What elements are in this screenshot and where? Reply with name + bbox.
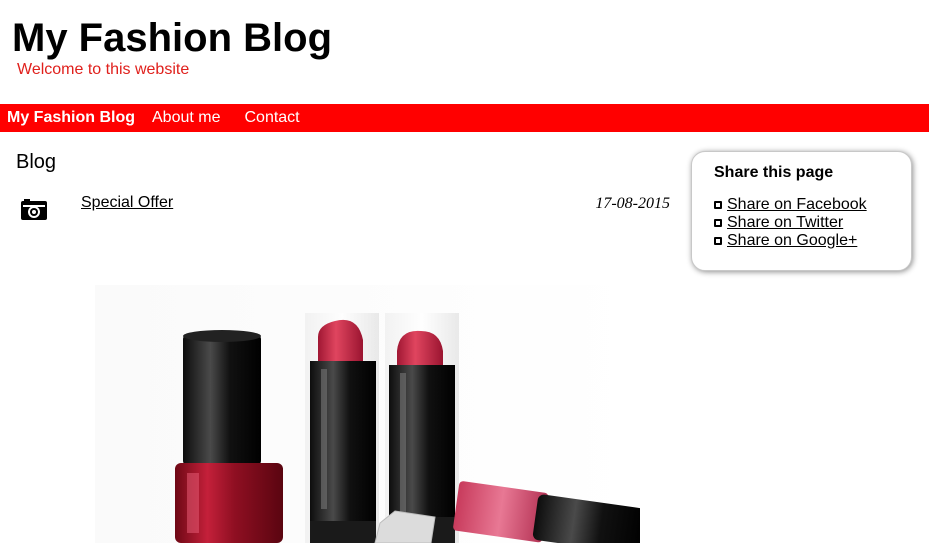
share-item-facebook: Share on Facebook (714, 196, 867, 214)
post-date: 17-08-2015 (595, 195, 670, 212)
site-tagline: Welcome to this website (17, 61, 190, 78)
twitter-icon (714, 219, 722, 227)
share-title: Share this page (714, 164, 834, 181)
share-item-google-plus: Share on Google+ (714, 232, 867, 250)
lipsticks-and-nail-polish-photo (95, 285, 647, 548)
nav-item-about-me[interactable]: About me (152, 109, 220, 127)
share-list: Share on Facebook Share on Twitter Share… (714, 196, 867, 250)
camera-icon (20, 198, 48, 222)
share-item-twitter: Share on Twitter (714, 214, 867, 232)
nav-item-home[interactable]: My Fashion Blog (7, 109, 135, 127)
share-facebook-link[interactable]: Share on Facebook (727, 196, 867, 214)
share-google-plus-link[interactable]: Share on Google+ (727, 232, 857, 250)
share-twitter-link[interactable]: Share on Twitter (727, 214, 843, 232)
site-header: My Fashion Blog Welcome to this website (12, 14, 332, 78)
blog-post-row: Special Offer 17-08-2015 (20, 194, 670, 224)
share-panel: Share this page Share on Facebook Share … (691, 151, 912, 271)
facebook-icon (714, 201, 722, 209)
post-link-special-offer[interactable]: Special Offer (81, 194, 173, 212)
site-title: My Fashion Blog (12, 16, 332, 60)
nav-item-contact[interactable]: Contact (244, 109, 299, 127)
main-nav: My Fashion Blog About me Contact (0, 104, 929, 132)
blog-heading: Blog (16, 151, 57, 173)
google-plus-icon (714, 237, 722, 245)
